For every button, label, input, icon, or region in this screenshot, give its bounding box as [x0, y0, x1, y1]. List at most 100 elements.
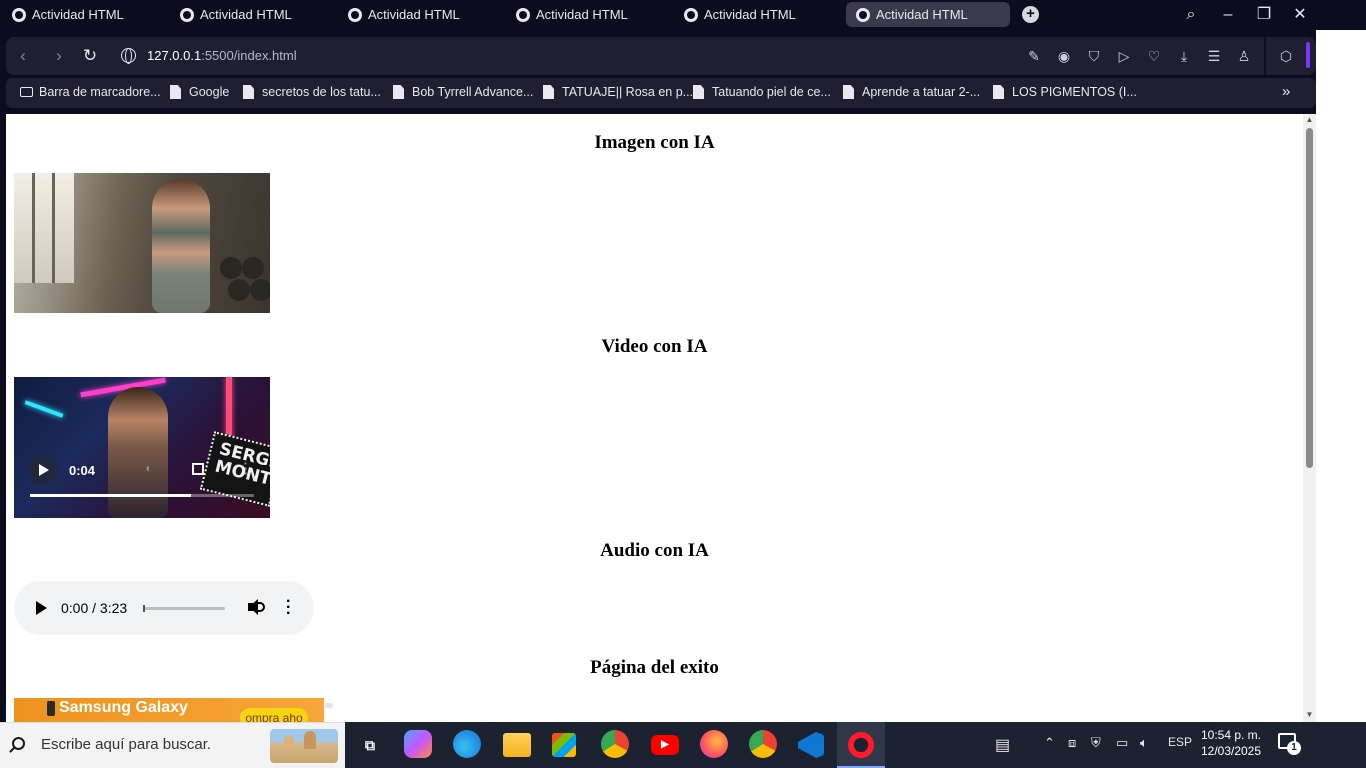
tab-strip: Actividad HTML Actividad HTML Actividad …	[0, 0, 1366, 30]
browser-tab-active[interactable]: Actividad HTML	[846, 2, 1010, 27]
restore-icon[interactable]: ❐	[1251, 3, 1277, 27]
shield-icon[interactable]: ⛉	[1085, 47, 1103, 65]
browser-tab[interactable]: Actividad HTML	[674, 2, 838, 27]
bookmark-item[interactable]: TATUAJE|| Rosa en p...	[543, 85, 693, 99]
video-time: 0:04	[69, 463, 96, 478]
volume-icon[interactable]	[247, 598, 265, 616]
audio-progress-bar[interactable]	[143, 605, 225, 612]
back-icon[interactable]: ‹	[12, 45, 34, 67]
store-icon[interactable]	[552, 733, 576, 757]
video-player[interactable]: SERGIO MONTOYA 0:04 ◖ · · ·	[14, 377, 270, 518]
profile-icon[interactable]: ♙	[1235, 47, 1253, 65]
browser-tab[interactable]: Actividad HTML	[2, 2, 166, 27]
clock-time: 10:54 p. m.	[1200, 728, 1262, 742]
tab-title: Actividad HTML	[876, 7, 968, 22]
banner-cta-button[interactable]: ompra aho	[240, 708, 308, 722]
browser-tab[interactable]: Actividad HTML	[506, 2, 670, 27]
minimize-icon[interactable]: –	[1215, 3, 1241, 27]
taskbar-search[interactable]: Escribe aquí para buscar.	[0, 722, 345, 768]
security-icon[interactable]: ⛨	[1091, 735, 1101, 751]
bookmark-item[interactable]: Bob Tyrrell Advance...	[393, 85, 533, 99]
audio-more-icon[interactable]: · · ·	[286, 594, 291, 622]
samsung-banner[interactable]: Samsung Galaxy ompra aho	[14, 698, 324, 722]
browser-tab[interactable]: Actividad HTML	[338, 2, 502, 27]
fullscreen-icon[interactable]	[192, 463, 204, 475]
close-icon[interactable]: ✕	[1287, 3, 1313, 27]
window-edge	[1316, 0, 1366, 30]
bookmark-item[interactable]: secretos de los tatu...	[243, 85, 381, 99]
bookmark-label: LOS PIGMENTOS (I...	[1012, 85, 1137, 99]
bookmark-item[interactable]: Google	[170, 85, 229, 99]
edge-icon[interactable]	[453, 730, 481, 758]
chrome-profile-icon[interactable]	[749, 730, 777, 758]
opera-icon[interactable]	[848, 732, 874, 758]
image-ball	[228, 279, 250, 301]
banner-title: Samsung Galaxy	[59, 699, 188, 716]
youtube-icon[interactable]: ▶	[651, 735, 679, 755]
site-info-icon[interactable]	[121, 48, 136, 64]
taskbar: Escribe aquí para buscar. ⧉ ▶ ▤ ⌃ ⧈ ⛨ ▭ …	[0, 722, 1366, 768]
browser-tab[interactable]: Actividad HTML	[170, 2, 334, 27]
notifications-badge: 1	[1287, 741, 1301, 755]
image-ball	[250, 279, 270, 301]
copilot-icon[interactable]	[404, 730, 432, 758]
speaker-icon[interactable]: 🔈︎	[1140, 735, 1148, 751]
scroll-up-icon[interactable]: ▲	[1305, 115, 1314, 124]
scrollbar-thumb[interactable]	[1306, 128, 1313, 468]
meet-icon[interactable]: ⧈	[1068, 735, 1076, 751]
network-icon[interactable]: ▭	[1116, 735, 1128, 751]
search-placeholder: Escribe aquí para buscar.	[41, 736, 212, 753]
search-highlight-image[interactable]	[270, 729, 338, 763]
forward-icon[interactable]: ›	[48, 45, 70, 67]
heart-icon[interactable]: ♡	[1145, 47, 1163, 65]
extensions-cube-icon[interactable]: ⬡	[1277, 47, 1295, 65]
video-progress-bar[interactable]	[30, 494, 254, 497]
edit-share-icon[interactable]: ✎	[1025, 47, 1043, 65]
bookmark-label: Google	[189, 85, 230, 99]
search-icon	[12, 737, 25, 750]
bookmark-label: Barra de marcadore...	[39, 85, 161, 99]
scroll-down-icon[interactable]: ▼	[1305, 710, 1314, 719]
globe-favicon-icon	[12, 7, 26, 22]
tray-expand-icon[interactable]: ⌃	[1044, 735, 1055, 751]
audio-progress-knob[interactable]	[143, 605, 145, 612]
news-widget-icon[interactable]: ▤	[995, 735, 1010, 755]
image-figure	[152, 179, 210, 313]
video-volume-icon[interactable]: ◖	[144, 461, 158, 475]
globe-favicon-icon	[516, 7, 530, 22]
file-icon	[243, 85, 254, 99]
send-icon[interactable]: ▷	[1115, 47, 1133, 65]
image-ball	[242, 257, 264, 279]
video-play-button[interactable]	[28, 455, 58, 485]
bookmark-label: secretos de los tatu...	[262, 85, 381, 99]
address-field[interactable]: 127.0.0.1:5500/index.html	[147, 48, 297, 63]
language-indicator[interactable]: ESP	[1168, 735, 1192, 749]
bookmark-item[interactable]: LOS PIGMENTOS (I...	[993, 85, 1137, 99]
new-tab-button[interactable]: +	[1022, 6, 1039, 23]
bookmark-folder[interactable]: Barra de marcadore...	[20, 85, 161, 99]
task-view-icon[interactable]: ⧉	[355, 730, 385, 760]
audio-time: 0:00 / 3:23	[61, 600, 128, 616]
camera-icon[interactable]: ◉	[1055, 47, 1073, 65]
exito-heading: Página del exito	[590, 657, 719, 678]
file-icon	[170, 85, 181, 99]
bookmarks-overflow-icon[interactable]: »	[1282, 83, 1290, 100]
reload-icon[interactable]: ↻	[79, 45, 101, 67]
search-tabs-icon[interactable]: ⌕	[1178, 3, 1204, 27]
firefox-icon[interactable]	[700, 730, 728, 758]
bookmark-item[interactable]: Aprende a tatuar 2-...	[843, 85, 980, 99]
page-scrollbar[interactable]: ▲ ▼	[1303, 114, 1316, 722]
bookmark-item[interactable]: Tatuando piel de ce...	[693, 85, 831, 99]
file-explorer-icon[interactable]	[503, 733, 531, 757]
tab-title: Actividad HTML	[368, 7, 460, 22]
video-more-icon[interactable]: · · ·	[243, 456, 249, 480]
clock[interactable]: 10:54 p. m. 12/03/2025	[1199, 727, 1263, 759]
chrome-icon[interactable]	[601, 730, 629, 758]
sidebar-accent-bar[interactable]	[1306, 42, 1310, 68]
vscode-icon[interactable]	[798, 732, 824, 758]
audio-play-button[interactable]	[36, 601, 47, 615]
menu-lines-icon[interactable]: ☰	[1205, 47, 1223, 65]
download-icon[interactable]: ⤓	[1175, 47, 1193, 65]
file-icon	[543, 85, 554, 99]
bookmark-label: Tatuando piel de ce...	[712, 85, 831, 99]
